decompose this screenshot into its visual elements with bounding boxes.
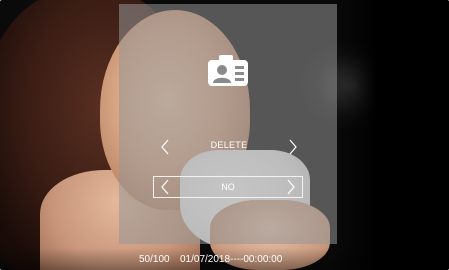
option-label: DELETE xyxy=(210,140,248,150)
photo-viewer-screen: DELETE NO 50/100 01/07/2018----00:00:00 xyxy=(0,0,449,270)
status-bar: 50/100 01/07/2018----00:00:00 xyxy=(0,248,449,270)
photo-timestamp: 01/07/2018----00:00:00 xyxy=(180,254,283,265)
menu-panel: DELETE NO xyxy=(119,4,337,244)
chevron-left-icon[interactable] xyxy=(156,177,174,197)
option-selector[interactable]: DELETE xyxy=(155,136,303,158)
chevron-right-icon[interactable] xyxy=(283,136,303,158)
chevron-right-icon[interactable] xyxy=(282,177,300,197)
photo-shadow xyxy=(329,0,449,270)
value-selector[interactable]: NO xyxy=(153,176,303,198)
value-label: NO xyxy=(221,182,235,192)
photo-index: 50/100 xyxy=(139,254,170,265)
chevron-left-icon[interactable] xyxy=(155,136,175,158)
camera-user-icon xyxy=(205,52,251,88)
